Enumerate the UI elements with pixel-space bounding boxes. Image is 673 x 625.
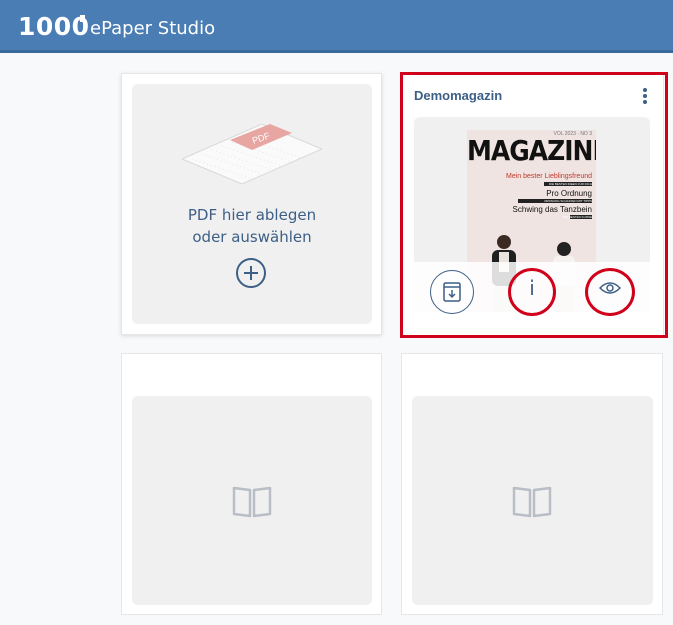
logo-number: 1000	[18, 12, 90, 41]
pdf-file-icon: PDF	[182, 124, 322, 185]
upload-line-1: PDF hier ablegen	[187, 206, 317, 224]
plus-circle-icon[interactable]	[236, 258, 266, 288]
magazine-highlight-frame	[400, 72, 668, 338]
logo-mark	[80, 15, 85, 22]
kebab-menu-icon[interactable]	[642, 88, 648, 104]
upload-card: PDF PDF hier ablegen oder auswählen	[121, 73, 382, 335]
upload-dropzone[interactable]: PDF PDF hier ablegen oder auswählen	[132, 84, 372, 324]
empty-slot[interactable]	[132, 396, 372, 605]
empty-card-2	[401, 353, 663, 615]
book-icon	[232, 486, 272, 518]
app-name: ePaper Studio	[90, 18, 216, 39]
upload-line-2: oder auswählen	[192, 228, 312, 246]
magazine-title: Demomagazin	[414, 88, 503, 103]
top-bar: 1000 ePaper Studio	[0, 0, 673, 53]
book-icon	[512, 486, 552, 518]
empty-card-1	[121, 353, 382, 615]
empty-slot[interactable]	[412, 396, 653, 605]
